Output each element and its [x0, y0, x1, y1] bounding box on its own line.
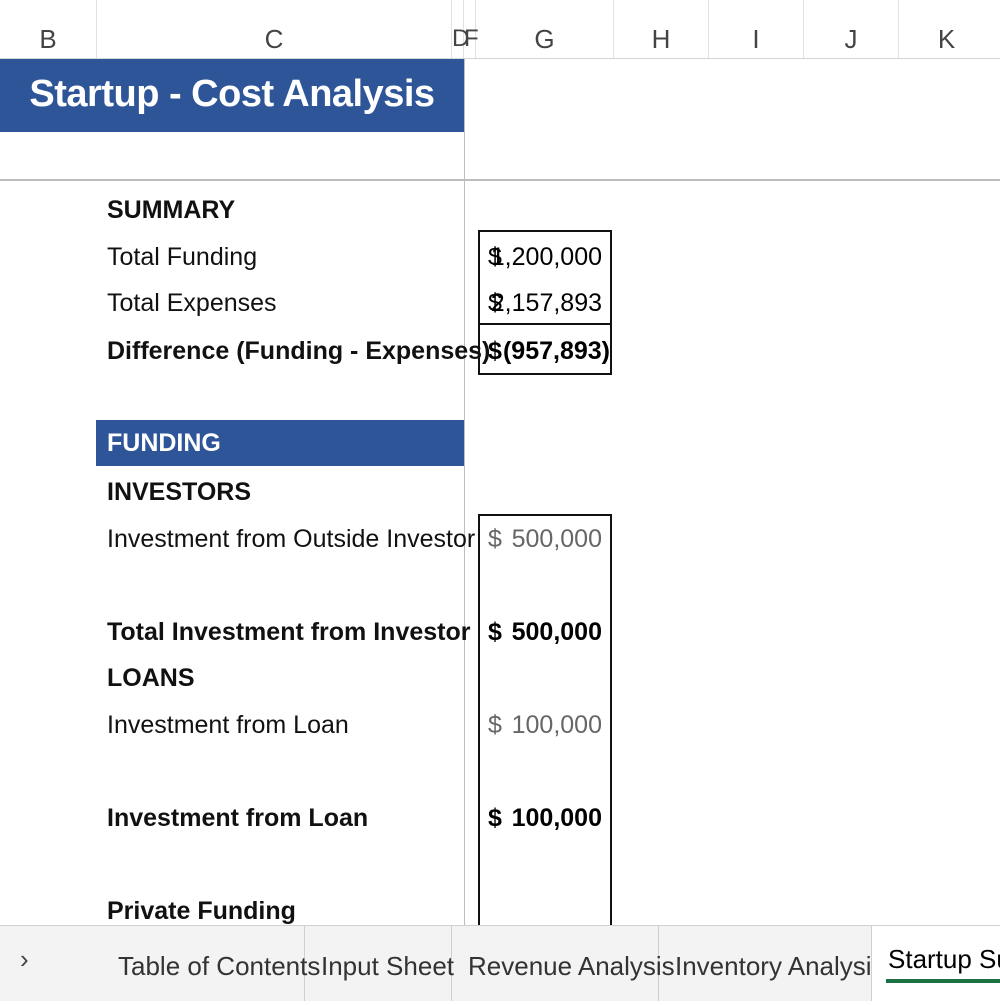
column-header-g[interactable]: G: [476, 0, 614, 58]
frozen-column-divider: [464, 59, 465, 925]
tab-table-of-contents[interactable]: Table of Contents: [102, 926, 320, 1001]
tab-input-sheet[interactable]: Input Sheet: [305, 926, 454, 1001]
sheet-title: Startup - Cost Analysis: [29, 73, 435, 115]
summary-heading[interactable]: SUMMARY: [107, 196, 235, 225]
scroll-tabs-right-icon[interactable]: ›: [20, 944, 29, 975]
currency-symbol: $: [488, 618, 502, 646]
column-header-row: B C D F G H I J K: [0, 0, 1000, 59]
loans-heading[interactable]: LOANS: [107, 664, 195, 693]
loan-total-label[interactable]: Investment from Loan: [107, 804, 368, 833]
tab-inventory-analysis[interactable]: Inventory Analysis: [659, 926, 885, 1001]
active-tab-indicator: [886, 979, 1000, 983]
column-header-c[interactable]: C: [97, 0, 452, 58]
total-investor-cell[interactable]: $ 500,000: [478, 618, 612, 658]
currency-symbol: $: [488, 337, 502, 365]
private-funding-heading[interactable]: Private Funding: [107, 897, 296, 926]
total-expenses-label[interactable]: Total Expenses: [107, 289, 277, 318]
outside-investor-value: 500,000: [511, 525, 602, 553]
tab-revenue-analysis[interactable]: Revenue Analysis: [452, 926, 675, 1001]
loan-item-cell[interactable]: $ 100,000: [478, 711, 612, 751]
column-header-j[interactable]: J: [804, 0, 899, 58]
column-header-i[interactable]: I: [709, 0, 804, 58]
funding-heading: FUNDING: [107, 429, 221, 457]
loan-item-label[interactable]: Investment from Loan: [107, 711, 349, 740]
total-expenses-cell[interactable]: $ 2,157,893: [478, 289, 612, 329]
total-funding-label[interactable]: Total Funding: [107, 243, 257, 272]
total-funding-cell[interactable]: $ 1,200,000: [478, 243, 612, 283]
loan-total-cell[interactable]: $ 100,000: [478, 804, 612, 844]
difference-cell[interactable]: $ (957,893): [478, 337, 612, 377]
frozen-row-divider: [0, 179, 1000, 181]
total-funding-value: 1,200,000: [490, 243, 602, 271]
total-investor-value: 500,000: [511, 618, 602, 646]
outside-investor-label[interactable]: Investment from Outside Investor: [107, 525, 475, 554]
currency-symbol: $: [488, 804, 502, 832]
loan-total-value: 100,000: [511, 804, 602, 832]
column-header-b[interactable]: B: [0, 0, 97, 58]
tab-startup-summary[interactable]: Startup Sum: [872, 926, 1000, 1001]
currency-symbol: $: [488, 711, 502, 739]
total-investor-label[interactable]: Total Investment from Investor: [107, 618, 471, 647]
tab-startup-summary-label: Startup Sum: [888, 944, 1000, 974]
worksheet-grid[interactable]: Startup - Cost Analysis SUMMARY Total Fu…: [0, 59, 1000, 934]
difference-label[interactable]: Difference (Funding - Expenses): [107, 337, 490, 366]
difference-value: (957,893): [502, 337, 610, 365]
sheet-tab-bar: › Table of Contents Input Sheet Revenue …: [0, 925, 1000, 1001]
column-header-d[interactable]: D: [452, 0, 469, 58]
column-header-k[interactable]: K: [899, 0, 994, 58]
column-header-f[interactable]: F: [464, 0, 479, 58]
title-banner[interactable]: Startup - Cost Analysis: [0, 59, 464, 132]
funding-section-banner[interactable]: FUNDING: [96, 420, 464, 466]
loan-item-value: 100,000: [511, 711, 602, 739]
column-header-h[interactable]: H: [614, 0, 709, 58]
investors-heading[interactable]: INVESTORS: [107, 478, 251, 507]
outside-investor-cell[interactable]: $ 500,000: [478, 525, 612, 565]
currency-symbol: $: [488, 525, 502, 553]
total-expenses-value: 2,157,893: [490, 289, 602, 317]
